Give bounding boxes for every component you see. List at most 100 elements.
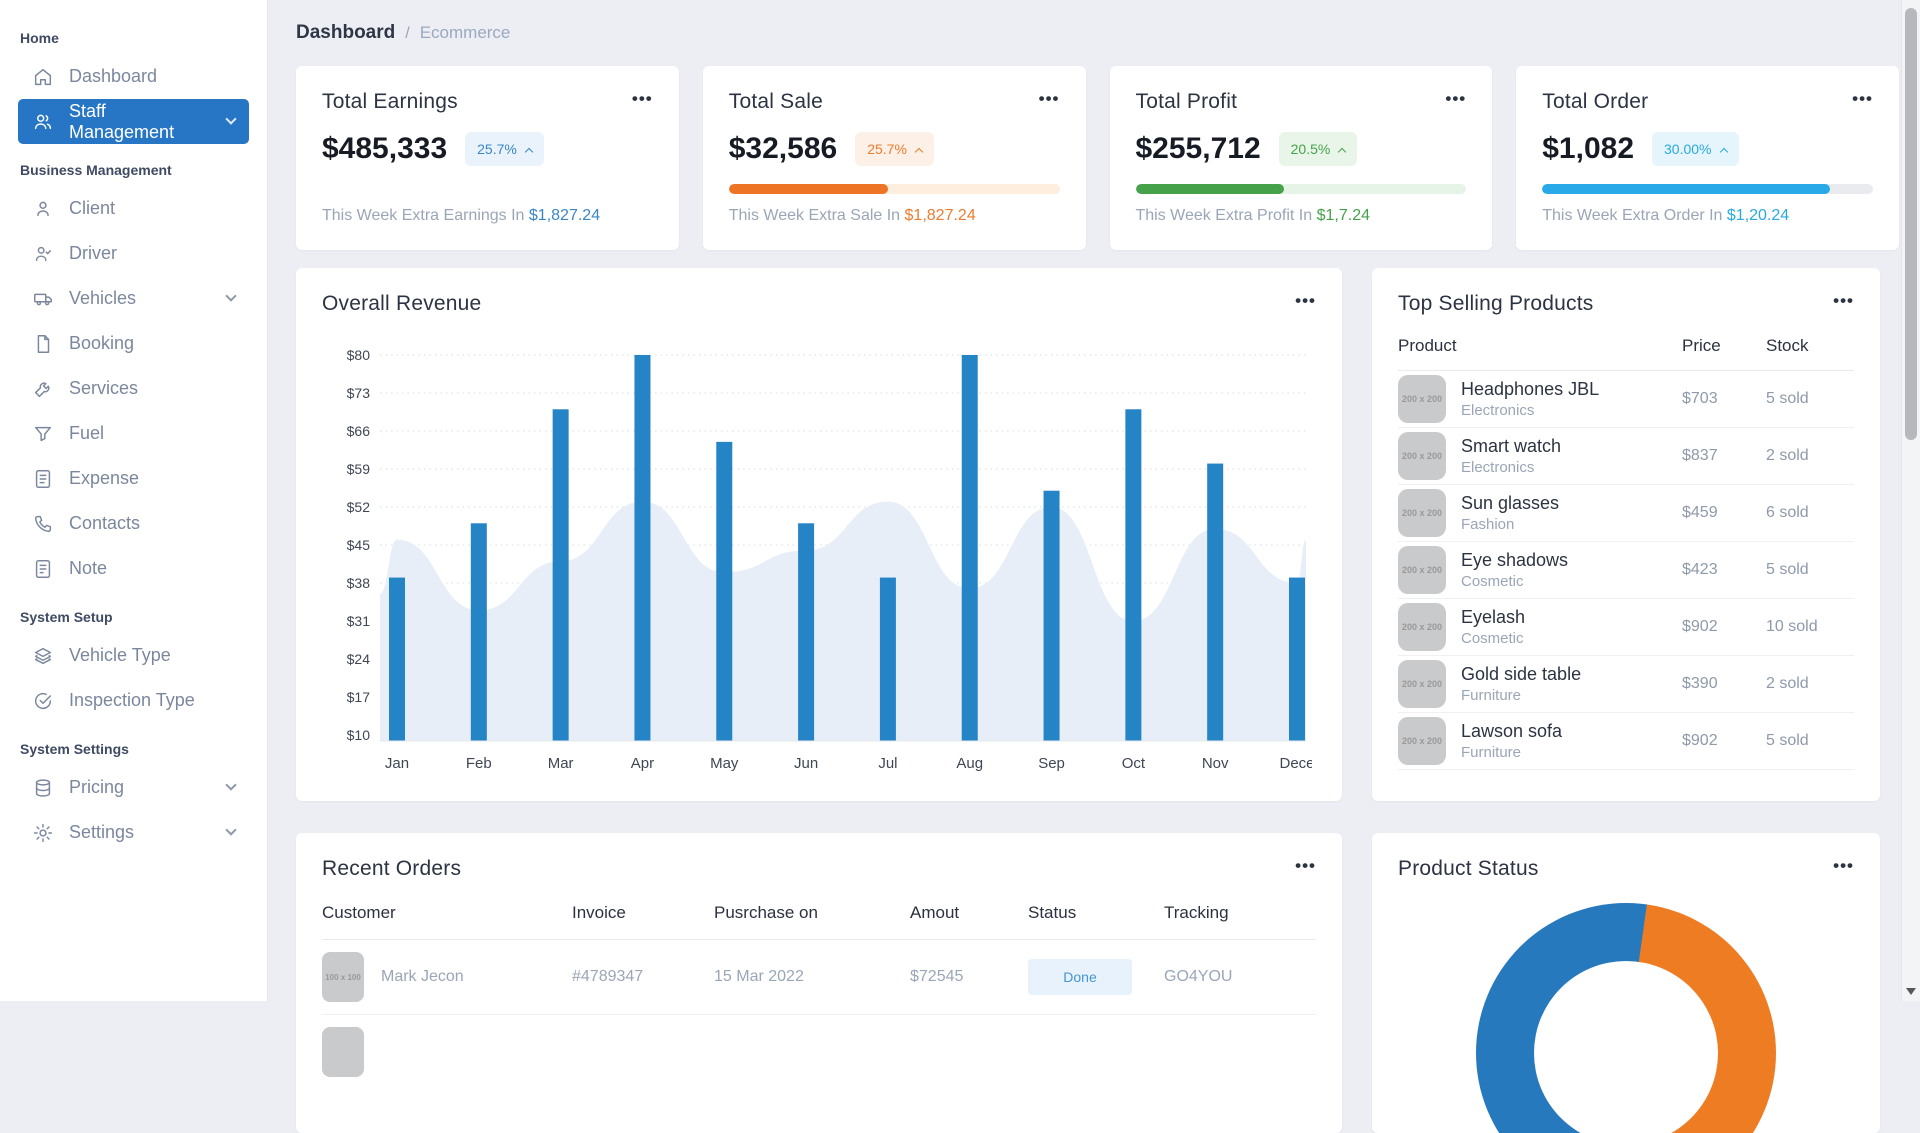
sidebar-item-contacts[interactable]: Contacts: [18, 501, 249, 546]
stat-value: $255,712: [1136, 132, 1261, 166]
sidebar-item-booking[interactable]: Booking: [18, 321, 249, 366]
top-selling-products-card: Top Selling Products ••• Product Price S…: [1372, 268, 1880, 801]
sidebar-item-services[interactable]: Services: [18, 366, 249, 411]
breadcrumb-current-page: Ecommerce: [420, 23, 511, 43]
database-icon: [32, 777, 54, 799]
card-title: Total Earnings: [322, 90, 458, 114]
funnel-icon: [32, 423, 54, 445]
receipt-icon: [32, 468, 54, 490]
sidebar-item-label: Client: [69, 198, 115, 219]
app-root: Home Dashboard Staff Management Business…: [0, 0, 1920, 1001]
table-row[interactable]: 200 x 200 Lawson sofa Furniture $902 5 s…: [1398, 713, 1854, 770]
overall-revenue-card: Overall Revenue ••• $80$73$66$59$52$45$3…: [296, 268, 1342, 801]
more-options-icon[interactable]: •••: [1295, 292, 1316, 309]
phone-icon: [32, 513, 54, 535]
thumbnail-placeholder-label: 200 x 200: [1402, 394, 1442, 404]
sidebar-item-vehicle-type[interactable]: Vehicle Type: [18, 633, 249, 678]
person-icon: [32, 198, 54, 220]
product-category: Electronics: [1461, 459, 1561, 476]
table-row[interactable]: 200 x 200 Smart watch Electronics $837 2…: [1398, 428, 1854, 485]
trend-value: 25.7%: [477, 141, 517, 157]
more-options-icon[interactable]: •••: [1295, 857, 1316, 874]
sidebar-item-label: Vehicles: [69, 288, 136, 309]
truck-icon: [32, 288, 54, 310]
stat-value: $485,333: [322, 132, 447, 166]
more-options-icon[interactable]: •••: [1852, 90, 1873, 107]
column-header-tracking: Tracking: [1164, 903, 1316, 923]
product-price: $902: [1682, 618, 1766, 636]
table-row[interactable]: 200 x 200 Eye shadows Cosmetic $423 5 so…: [1398, 542, 1854, 599]
product-thumbnail: 200 x 200: [1398, 717, 1446, 765]
more-options-icon[interactable]: •••: [1833, 292, 1854, 309]
sidebar-item-client[interactable]: Client: [18, 186, 249, 231]
breadcrumb: Dashboard / Ecommerce: [296, 22, 1899, 44]
driver-icon: [32, 243, 54, 265]
stat-card-total-sale: Total Sale ••• $32,586 25.7% This Week E…: [703, 66, 1086, 250]
table-row[interactable]: 100 x 100 Mark Jecon #4789347 15 Mar 202…: [322, 940, 1316, 1015]
trend-value: 20.5%: [1291, 141, 1331, 157]
stat-card-total-earnings: Total Earnings ••• $485,333 25.7% This W…: [296, 66, 679, 250]
column-header-stock: Stock: [1766, 336, 1854, 356]
sidebar-item-note[interactable]: Note: [18, 546, 249, 591]
main-content: Dashboard / Ecommerce Total Earnings •••…: [268, 0, 1920, 1001]
svg-text:$66: $66: [347, 423, 371, 439]
sidebar-item-inspection-type[interactable]: Inspection Type: [18, 678, 249, 723]
order-tracking: GO4YOU: [1164, 968, 1316, 986]
customer-avatar: 100 x 100: [322, 952, 364, 1002]
sidebar-section-label: System Settings: [0, 741, 267, 757]
more-options-icon[interactable]: •••: [1039, 90, 1060, 107]
stat-value: $1,082: [1542, 132, 1634, 166]
table-row[interactable]: 200 x 200 Gold side table Furniture $390…: [1398, 656, 1854, 713]
svg-text:$52: $52: [347, 499, 371, 515]
svg-text:$10: $10: [347, 727, 371, 743]
sidebar-item-dashboard[interactable]: Dashboard: [18, 54, 249, 99]
order-date: 15 Mar 2022: [714, 968, 910, 986]
table-row[interactable]: 200 x 200 Headphones JBL Electronics $70…: [1398, 371, 1854, 428]
chevron-up-icon: [1719, 147, 1727, 155]
more-options-icon[interactable]: •••: [1833, 857, 1854, 874]
sidebar-item-label: Dashboard: [69, 66, 157, 87]
sidebar-item-settings[interactable]: Settings: [18, 810, 249, 855]
table-row[interactable]: 200 x 200 Sun glasses Fashion $459 6 sol…: [1398, 485, 1854, 542]
svg-text:May: May: [710, 755, 739, 772]
svg-text:$59: $59: [347, 461, 371, 477]
chevron-down-icon: [225, 113, 236, 124]
svg-text:Jun: Jun: [794, 755, 818, 772]
product-price: $423: [1682, 561, 1766, 579]
bottom-row: Recent Orders ••• Customer Invoice Pusrc…: [296, 833, 1899, 1133]
stat-footer-amount: $1,827.24: [905, 207, 976, 224]
product-price: $459: [1682, 504, 1766, 522]
product-thumbnail: 200 x 200: [1398, 660, 1446, 708]
chevron-up-icon: [1338, 147, 1346, 155]
table-row[interactable]: 200 x 200 Eyelash Cosmetic $902 10 sold: [1398, 599, 1854, 656]
sidebar-item-fuel[interactable]: Fuel: [18, 411, 249, 456]
product-name: Smart watch: [1461, 436, 1561, 457]
more-options-icon[interactable]: •••: [1445, 90, 1466, 107]
sidebar-item-expense[interactable]: Expense: [18, 456, 249, 501]
more-options-icon[interactable]: •••: [632, 90, 653, 107]
product-thumbnail: 200 x 200: [1398, 432, 1446, 480]
check-circle-icon: [32, 690, 54, 712]
sidebar-item-vehicles[interactable]: Vehicles: [18, 276, 249, 321]
table-row-partial[interactable]: [322, 1015, 1316, 1089]
thumbnail-placeholder-label: 200 x 200: [1402, 565, 1442, 575]
trend-value: 30.00%: [1664, 141, 1711, 157]
breadcrumb-dashboard-link[interactable]: Dashboard: [296, 22, 395, 44]
thumbnail-placeholder-label: 200 x 200: [1402, 508, 1442, 518]
product-stock: 6 sold: [1766, 504, 1854, 522]
trend-value: 25.7%: [867, 141, 907, 157]
svg-text:Mar: Mar: [548, 755, 574, 772]
page-scrollbar[interactable]: [1901, 0, 1920, 1001]
product-price: $837: [1682, 447, 1766, 465]
sidebar-item-driver[interactable]: Driver: [18, 231, 249, 276]
sidebar-item-label: Staff Management: [69, 101, 212, 143]
sidebar-item-pricing[interactable]: Pricing: [18, 765, 249, 810]
scrollbar-down-arrow-icon[interactable]: [1906, 988, 1916, 995]
thumbnail-placeholder-label: 200 x 200: [1402, 736, 1442, 746]
stat-footer-text: This Week Extra Profit In: [1136, 207, 1313, 224]
scrollbar-thumb[interactable]: [1905, 8, 1917, 440]
products-table-header: Product Price Stock: [1398, 316, 1854, 371]
stat-card-total-order: Total Order ••• $1,082 30.00% This Week …: [1516, 66, 1899, 250]
sidebar-item-staff-management[interactable]: Staff Management: [18, 99, 249, 144]
customer-avatar: [322, 1027, 364, 1077]
